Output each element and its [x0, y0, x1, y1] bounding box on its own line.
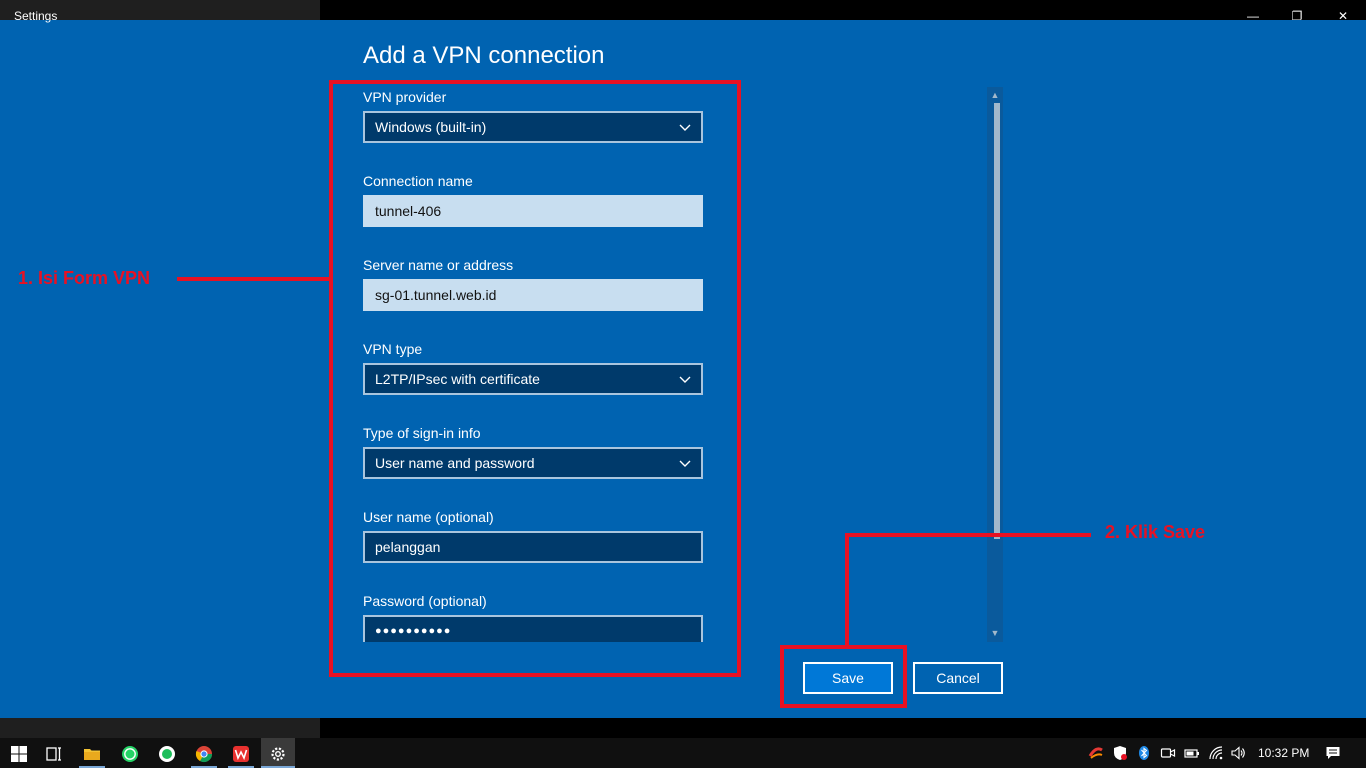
bluetooth-icon[interactable]: [1136, 745, 1152, 761]
scrollbar-thumb[interactable]: [994, 103, 1000, 539]
file-explorer-icon[interactable]: [83, 745, 101, 763]
window-bottom-strip-left: [0, 718, 320, 738]
close-button[interactable]: ✕: [1333, 8, 1353, 24]
antivirus-icon[interactable]: [1088, 745, 1104, 761]
dialog-title: Add a VPN connection: [363, 42, 605, 69]
notifications-icon[interactable]: [1325, 745, 1341, 761]
save-highlight-box: [780, 645, 907, 708]
step2-annotation: 2. Klik Save: [1105, 522, 1206, 542]
scroll-down-icon[interactable]: ▼: [990, 628, 1000, 638]
step1-pointer-line: [177, 277, 331, 281]
step2-pointer-vertical: [845, 533, 849, 647]
whatsapp-desktop-icon[interactable]: [158, 745, 176, 763]
minimize-button[interactable]: —: [1243, 8, 1263, 24]
cancel-button[interactable]: Cancel: [913, 662, 1003, 694]
windows-start-icon[interactable]: [10, 745, 28, 763]
battery-icon[interactable]: [1184, 745, 1200, 761]
wifi-icon[interactable]: [1208, 745, 1224, 761]
wps-office-icon[interactable]: [232, 745, 250, 763]
step1-annotation: 1. Isi Form VPN: [18, 268, 151, 288]
title-bar: Settings — ❐ ✕: [0, 0, 1366, 32]
volume-icon[interactable]: [1230, 745, 1246, 761]
form-highlight-box: [329, 80, 741, 677]
taskbar: 10:32 PM: [0, 738, 1366, 768]
window-bottom-strip: [0, 718, 1366, 738]
clock-time[interactable]: 10:32 PM: [1258, 746, 1309, 760]
meet-now-icon[interactable]: [1160, 745, 1176, 761]
form-scrollbar[interactable]: ▲ ▼: [987, 87, 1003, 642]
whatsapp-icon[interactable]: [121, 745, 139, 763]
settings-icon[interactable]: [269, 745, 287, 763]
task-view-icon[interactable]: [45, 745, 63, 763]
step2-pointer-horizontal: [845, 533, 1091, 537]
title-bar-right: [320, 0, 1366, 20]
restore-button[interactable]: ❐: [1287, 8, 1307, 24]
shield-icon[interactable]: [1112, 745, 1128, 761]
chrome-icon[interactable]: [195, 745, 213, 763]
window-title: Settings: [14, 9, 58, 23]
scroll-up-icon[interactable]: ▲: [990, 90, 1000, 100]
